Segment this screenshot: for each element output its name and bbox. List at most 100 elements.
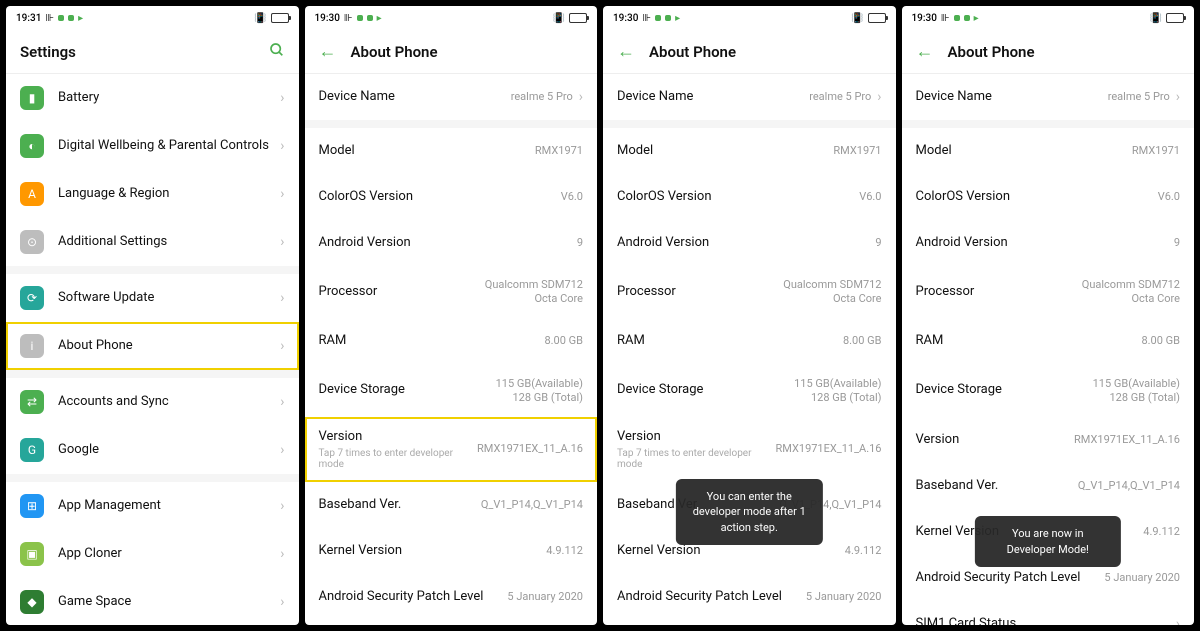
back-button[interactable]: ←	[319, 41, 337, 62]
list-item[interactable]: ALanguage & Region›	[6, 170, 299, 218]
row-value: Qualcomm SDM712Octa Core	[485, 278, 583, 307]
list-item[interactable]: Android Version9	[305, 220, 598, 266]
indicator-icon	[357, 15, 363, 21]
list-item[interactable]: ⊞App Management›	[6, 482, 299, 530]
list-item[interactable]: Device Namerealme 5 Pro›	[603, 74, 896, 120]
row-value: V6.0	[859, 190, 881, 204]
row-label: Android Version	[916, 235, 1166, 252]
list-item[interactable]: Device Storage115 GB(Available)128 GB (T…	[305, 365, 598, 418]
list-item[interactable]: Android Security Patch Level5 January 20…	[305, 574, 598, 620]
list-item[interactable]: ▮Battery›	[6, 74, 299, 122]
row-label: Additional Settings	[58, 234, 274, 251]
row-label: Software Update	[58, 290, 274, 307]
list-item[interactable]: Baseband Ver.Q_V1_P14,Q_V1_P14	[305, 482, 598, 528]
list-item[interactable]: SIM1 Card Status›	[902, 601, 1195, 625]
play-icon: ▸	[974, 13, 979, 24]
row-value: RMX1971	[1132, 144, 1180, 158]
list-item[interactable]: ▣App Cloner›	[6, 530, 299, 578]
page-title: About Phone	[649, 43, 882, 61]
row-value: RMX1971EX_11_A.16	[776, 442, 882, 456]
row-label: Android Security Patch Level	[916, 570, 1097, 587]
battery-icon	[271, 13, 289, 23]
row-value: Qualcomm SDM712Octa Core	[1082, 278, 1180, 307]
list-item[interactable]: ModelRMX1971	[305, 128, 598, 174]
status-time: 19:30	[613, 13, 638, 24]
phone-screen: 19:31⊪▸📳 Settings ▮ Battery › ◐Digital Wellbe…	[6, 6, 299, 625]
list-item[interactable]: ModelRMX1971	[902, 128, 1195, 174]
back-button[interactable]: ←	[617, 41, 635, 62]
row-value: Qualcomm SDM712Octa Core	[783, 278, 881, 307]
list-item[interactable]: Device Namerealme 5 Pro›	[305, 74, 598, 120]
list-item[interactable]: RAM8.00 GB	[902, 319, 1195, 365]
row-value: 115 GB(Available)128 GB (Total)	[794, 377, 881, 406]
row-label: Battery	[58, 90, 274, 107]
list-item[interactable]: SIM1 Card Status›	[603, 620, 896, 625]
search-icon[interactable]	[269, 42, 285, 62]
list-item[interactable]: Android Version9	[603, 220, 896, 266]
toast-message: You are now in Developer Mode!	[975, 516, 1121, 567]
section-divider	[6, 370, 299, 378]
list-item[interactable]: Device Storage115 GB(Available)128 GB (T…	[902, 365, 1195, 418]
list-item[interactable]: ProcessorQualcomm SDM712Octa Core	[902, 266, 1195, 319]
app-header: Settings	[6, 30, 299, 74]
row-label: App Cloner	[58, 546, 274, 563]
row-value: 9	[577, 236, 583, 250]
list-item[interactable]: SIM1 Card Status›	[305, 620, 598, 625]
list-item[interactable]: ModelRMX1971	[603, 128, 896, 174]
list-item[interactable]: GGoogle›	[6, 426, 299, 474]
row-icon: ▮	[20, 86, 44, 110]
vibrate-icon: 📳	[851, 13, 863, 24]
chevron-right-icon: ›	[280, 290, 284, 306]
chevron-right-icon: ›	[579, 89, 583, 105]
indicator-icon	[367, 15, 373, 21]
list-item[interactable]: VersionRMX1971EX_11_A.16	[902, 417, 1195, 463]
list-item[interactable]: Android Version9	[902, 220, 1195, 266]
section-divider	[603, 120, 896, 128]
list-item[interactable]: ColorOS VersionV6.0	[305, 174, 598, 220]
list-item[interactable]: RAM8.00 GB	[603, 319, 896, 365]
list-item[interactable]: ⟳ Software Update ›	[6, 274, 299, 322]
battery-icon	[569, 13, 587, 23]
row-label: SIM1 Card Status	[916, 616, 1170, 625]
section-divider	[902, 120, 1195, 128]
row-label: Language & Region	[58, 186, 274, 203]
list-item[interactable]: ◆Game Space›	[6, 578, 299, 625]
page-title: Settings	[20, 43, 255, 61]
list-item[interactable]: ◐Digital Wellbeing & Parental Controls›	[6, 122, 299, 170]
vibrate-icon: 📳	[1150, 13, 1162, 24]
list-item[interactable]: VersionTap 7 times to enter developer mo…	[305, 417, 598, 482]
list-item[interactable]: Android Security Patch Level5 January 20…	[603, 574, 896, 620]
row-value: V6.0	[1158, 190, 1180, 204]
list-item[interactable]: Device Namerealme 5 Pro›	[902, 74, 1195, 120]
list-item[interactable]: ⇄Accounts and Sync›	[6, 378, 299, 426]
row-label: Model	[617, 143, 825, 160]
row-value: realme 5 Pro	[809, 90, 871, 104]
row-icon: ⟳	[20, 286, 44, 310]
row-value: 8.00 GB	[544, 334, 583, 348]
play-icon: ▸	[675, 13, 680, 24]
list-item[interactable]: Baseband Ver.Q_V1_P14,Q_V1_P14	[902, 463, 1195, 509]
list-item[interactable]: ProcessorQualcomm SDM712Octa Core	[305, 266, 598, 319]
list-item[interactable]: Device Storage115 GB(Available)128 GB (T…	[603, 365, 896, 418]
list-item[interactable]: Kernel Version4.9.112	[305, 528, 598, 574]
indicator-icon	[655, 15, 661, 21]
row-label: App Management	[58, 498, 274, 515]
list-item[interactable]: ⊙Additional Settings›	[6, 218, 299, 266]
row-label: Baseband Ver.	[319, 497, 473, 514]
chevron-right-icon: ›	[280, 234, 284, 250]
back-button[interactable]: ←	[916, 41, 934, 62]
row-label: Accounts and Sync	[58, 394, 274, 411]
list-item[interactable]: VersionTap 7 times to enter developer mo…	[603, 417, 896, 482]
list-item[interactable]: ProcessorQualcomm SDM712Octa Core	[603, 266, 896, 319]
indicator-icon	[964, 15, 970, 21]
row-label: Version	[319, 429, 470, 446]
list-item[interactable]: ColorOS VersionV6.0	[902, 174, 1195, 220]
row-label: Model	[319, 143, 527, 160]
list-item[interactable]: ColorOS VersionV6.0	[603, 174, 896, 220]
row-label: RAM	[916, 333, 1134, 350]
list-item[interactable]: iAbout Phone›	[6, 322, 299, 370]
status-bar: 19:31⊪▸📳	[6, 6, 299, 30]
list-item[interactable]: RAM8.00 GB	[305, 319, 598, 365]
row-icon: i	[20, 334, 44, 358]
row-icon: ▣	[20, 542, 44, 566]
